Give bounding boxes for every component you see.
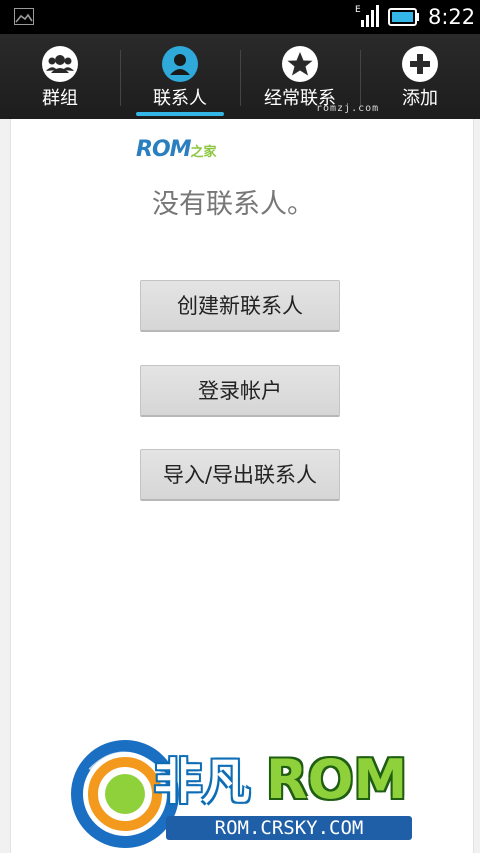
rom-logo-subtext: 之家 [190, 145, 217, 160]
sign-in-account-button[interactable]: 登录帐户 [140, 365, 340, 417]
rom-logo-text: ROM [136, 137, 192, 162]
network-type-label: E [355, 5, 361, 15]
star-icon [282, 46, 318, 82]
tab-bar: 群组 联系人 经常联系 添加 romzj.com [0, 34, 480, 119]
signal-icon: E [355, 4, 381, 28]
status-clock: 8:22 [428, 5, 476, 29]
selected-tab-indicator [136, 112, 224, 116]
empty-state-title: 没有联系人。 [152, 189, 314, 220]
watermark-url: ROM.CRSKY.COM [166, 816, 412, 840]
rom-logo: ROM之家 [136, 137, 217, 163]
create-contact-button[interactable]: 创建新联系人 [140, 280, 340, 332]
watermark-logo: 非凡 ROM ROM.CRSKY.COM [70, 738, 415, 850]
tab-groups[interactable]: 群组 [0, 34, 120, 119]
watermark-rom-text: ROM [266, 748, 408, 811]
battery-icon [388, 8, 420, 26]
person-icon [162, 46, 198, 82]
plus-icon [402, 46, 438, 82]
watermark-text: romzj.com [316, 103, 380, 114]
group-icon [42, 46, 78, 82]
image-notification-icon [14, 8, 34, 25]
tab-label: 群组 [42, 88, 78, 109]
import-export-button[interactable]: 导入/导出联系人 [140, 449, 340, 501]
tab-label: 联系人 [153, 88, 207, 109]
watermark-cn-text: 非凡 [154, 754, 251, 810]
status-bar: E 8:22 [0, 0, 480, 34]
tab-contacts[interactable]: 联系人 [120, 34, 240, 119]
